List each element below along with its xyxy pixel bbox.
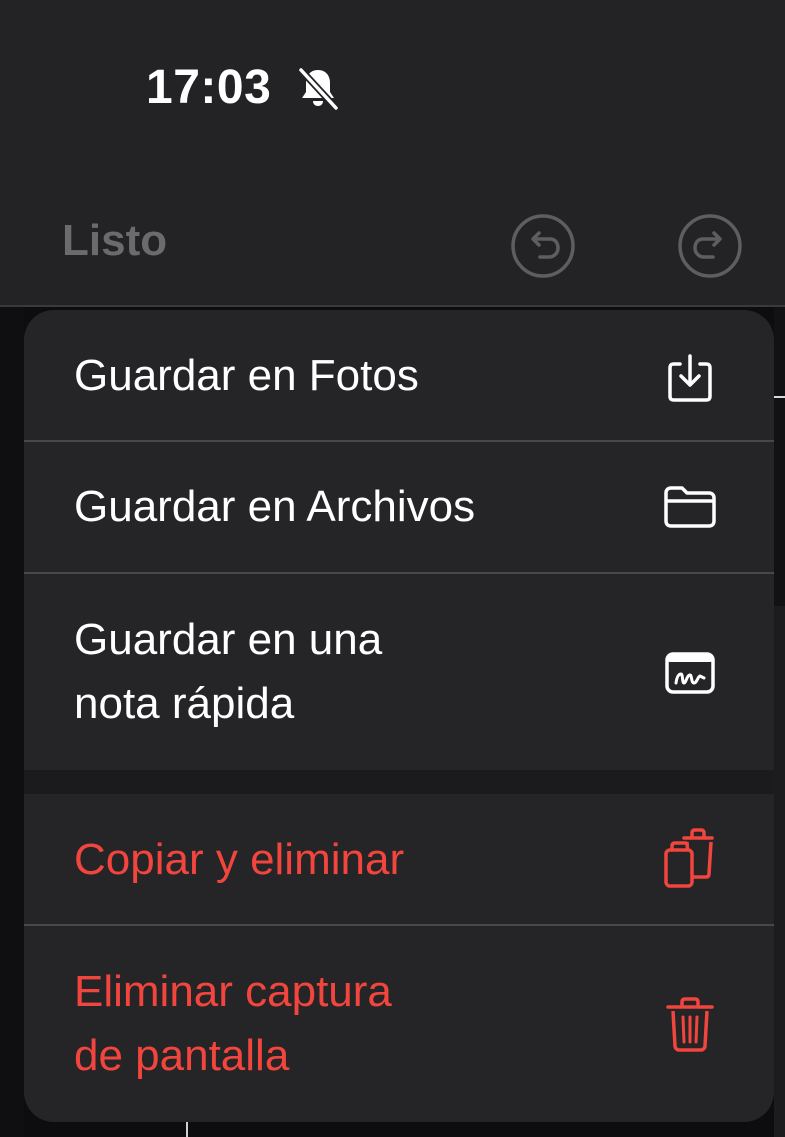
copy-delete-icon [664,828,714,888]
menu-item-label: Eliminar captura de pantalla [74,967,392,1080]
bell-slash-icon [297,66,340,112]
done-button[interactable]: Listo [62,216,167,266]
screenshot-actions-menu: Guardar en Fotos Guardar en Archivos Gua… [24,310,774,1122]
background-text-cursor [186,1120,188,1137]
folder-icon [664,486,716,528]
menu-item-copy-and-delete[interactable]: Copiar y eliminar [24,794,774,924]
status-time: 17:03 [146,61,272,114]
trash-icon [666,997,714,1052]
top-bar-divider [0,305,785,307]
menu-section-gap [24,770,774,794]
menu-item-save-to-photos[interactable]: Guardar en Fotos [24,310,774,440]
menu-item-save-to-files[interactable]: Guardar en Archivos [24,441,774,572]
redo-icon[interactable] [677,213,743,279]
menu-item-label: Guardar en Archivos [74,482,476,531]
save-to-photos-icon [668,354,712,402]
background-panel [774,606,785,1137]
background-rule [774,396,785,398]
quick-note-icon [665,652,715,694]
menu-item-label: Guardar en Fotos [74,351,419,400]
menu-item-label: Guardar en una nota rápida [74,615,383,728]
menu-item-label: Copiar y eliminar [74,835,405,884]
menu-item-delete-screenshot[interactable]: Eliminar captura de pantalla [24,925,774,1122]
background-edge-left [0,307,24,1137]
undo-icon[interactable] [510,213,576,279]
menu-item-save-to-quick-note[interactable]: Guardar en una nota rápida [24,573,774,770]
